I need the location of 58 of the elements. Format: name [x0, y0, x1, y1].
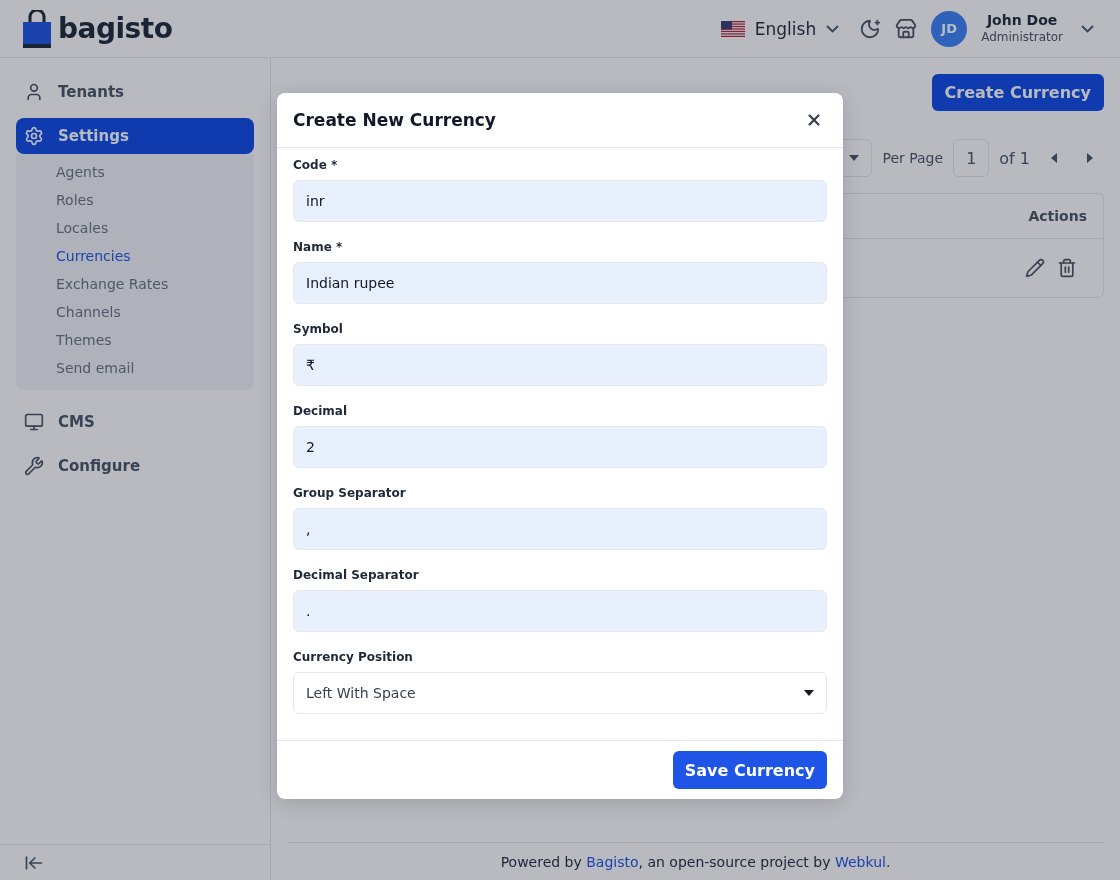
- create-currency-button[interactable]: Create Currency: [931, 74, 1104, 111]
- sidebar-item[interactable]: CMS: [16, 404, 254, 440]
- sidebar-item[interactable]: Settings: [16, 118, 254, 154]
- footer-text: Powered by Bagisto, an open-source project by Webkul.: [500, 853, 891, 870]
- flag-icon: [720, 20, 745, 37]
- submenu-item[interactable]: Send email: [16, 354, 254, 382]
- user-name: John Doe: [986, 12, 1058, 30]
- caret-icon: [849, 155, 860, 161]
- language-selector[interactable]: English: [714, 12, 846, 45]
- column-header: Actions: [1028, 208, 1087, 224]
- field-label: Code *: [293, 158, 339, 172]
- field-label: Group Separator: [293, 486, 407, 500]
- previous-page-icon[interactable]: [1050, 153, 1058, 163]
- sidebar-item[interactable]: Configure: [16, 448, 254, 484]
- page-total: of 1: [999, 148, 1030, 168]
- close-icon: [805, 111, 823, 129]
- submenu-item[interactable]: Exchange Rates: [16, 270, 254, 298]
- submenu-item[interactable]: Themes: [16, 326, 254, 354]
- submenu-item[interactable]: Currencies: [16, 242, 254, 270]
- page-input[interactable]: 1: [953, 139, 990, 177]
- field-label: Currency Position: [293, 650, 414, 664]
- bag-logo-icon: [22, 9, 52, 48]
- footer-link[interactable]: Bagisto: [586, 853, 639, 870]
- input-field[interactable]: ₹: [293, 344, 827, 386]
- chevron-down-icon[interactable]: [1081, 24, 1094, 33]
- store-icon[interactable]: [895, 17, 918, 40]
- next-page-icon[interactable]: [1086, 153, 1094, 163]
- input-field[interactable]: inr: [293, 180, 827, 222]
- submenu-item[interactable]: Agents: [16, 158, 254, 186]
- field-label: Decimal Separator: [293, 568, 420, 582]
- per-page-label: Per Page: [882, 150, 944, 166]
- input-field[interactable]: .: [293, 590, 827, 632]
- pencil-icon[interactable]: [1025, 258, 1045, 278]
- user-role: Administrator: [981, 29, 1063, 45]
- submenu-item[interactable]: Roles: [16, 186, 254, 214]
- submenu-item[interactable]: Locales: [16, 214, 254, 242]
- field-label: Symbol: [293, 322, 344, 336]
- wrench-icon: [24, 456, 44, 476]
- select-field[interactable]: Left With Space: [293, 672, 827, 714]
- user-icon: [24, 82, 44, 102]
- chevron-down-icon: [826, 24, 840, 33]
- input-field[interactable]: 2: [293, 426, 827, 468]
- caret-icon: [804, 690, 814, 696]
- moon-icon[interactable]: [859, 17, 882, 40]
- modal-title: Create New Currency: [293, 110, 496, 130]
- input-field[interactable]: ,: [293, 508, 827, 550]
- footer-link[interactable]: Webkul: [834, 853, 886, 870]
- field-label: Name *: [293, 240, 344, 254]
- logo-text: bagisto: [58, 12, 173, 45]
- avatar[interactable]: JD: [931, 10, 968, 47]
- submenu-item[interactable]: Channels: [16, 298, 254, 326]
- field-label: Decimal: [293, 404, 349, 418]
- save-currency-button[interactable]: Save Currency: [672, 751, 827, 789]
- input-field[interactable]: Indian rupee: [293, 262, 827, 304]
- sidebar-item[interactable]: Tenants: [16, 74, 254, 110]
- monitor-icon: [24, 412, 44, 432]
- trash-icon[interactable]: [1057, 258, 1077, 278]
- settings-icon: [24, 126, 44, 146]
